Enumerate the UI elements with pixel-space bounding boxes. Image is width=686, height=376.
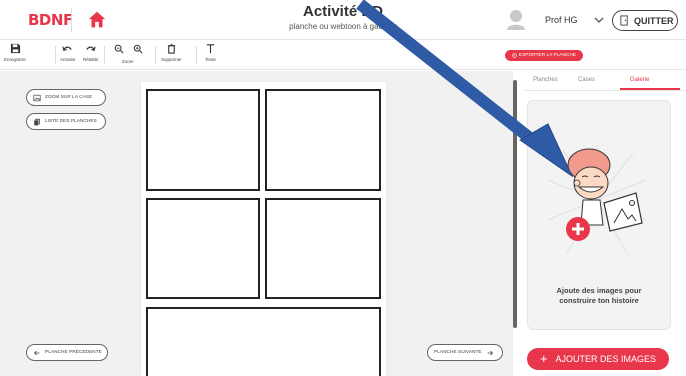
save-button[interactable]: Enregistrer (4, 43, 26, 62)
trash-icon (167, 43, 176, 54)
redo-label: Rétablir (83, 57, 99, 62)
comic-panel[interactable] (146, 198, 260, 299)
toolbar-divider (196, 46, 197, 64)
delete-button[interactable]: Supprimer (161, 43, 182, 62)
plus-icon: + (539, 351, 548, 366)
zoom-out-icon[interactable] (114, 44, 124, 54)
text-button[interactable]: Texte (205, 43, 216, 62)
toolbar-divider (104, 46, 105, 64)
tab-galerie[interactable]: Galerie (630, 77, 649, 83)
comic-panel[interactable] (265, 198, 381, 299)
image-icon (33, 94, 41, 101)
quit-button[interactable]: QUITTER (612, 10, 678, 31)
delete-label: Supprimer (161, 57, 182, 62)
next-planche-button[interactable]: PLANCHE SUIVANTE (427, 344, 503, 361)
previous-planche-button[interactable]: PLANCHE PRÉCÉDENTE (26, 344, 108, 361)
list-planches-label: LISTE DES PLANCHES (45, 119, 97, 124)
text-icon (206, 44, 215, 54)
comic-panel[interactable] (146, 89, 260, 191)
toolbar-divider (155, 46, 156, 64)
list-planches-button[interactable]: LISTE DES PLANCHES (26, 113, 106, 130)
export-planche-button[interactable]: EXPORTER LA PLANCHE (505, 50, 583, 61)
page-subtitle: planche ou webtoon à gaufrier (289, 22, 397, 31)
active-tab-indicator (620, 88, 680, 90)
undo-icon (62, 46, 72, 52)
next-planche-label: PLANCHE SUIVANTE (434, 350, 482, 355)
quit-label: QUITTER (634, 15, 674, 26)
user-name: Prof HG (545, 15, 578, 25)
zoom-label: Zoom (122, 59, 134, 64)
tab-planches[interactable]: Planches (533, 77, 558, 83)
character-illustration (548, 145, 646, 255)
gallery-hint: Ajoute des images pour construire ton hi… (527, 286, 671, 306)
gallery-hint-line-2: construire ton histoire (559, 296, 639, 305)
zoom-case-button[interactable]: ZOOM SUR LA CASE (26, 89, 106, 106)
pages-icon (33, 118, 40, 126)
comic-panel[interactable] (146, 307, 381, 376)
toolbar-divider (55, 46, 56, 64)
tab-cases[interactable]: Cases (578, 77, 595, 83)
export-icon (512, 53, 517, 58)
undo-button[interactable]: Annuler (60, 43, 76, 62)
text-label: Texte (205, 57, 216, 62)
save-icon (10, 43, 20, 54)
redo-icon (86, 46, 96, 52)
zoom-in-icon[interactable] (133, 44, 143, 54)
chevron-down-icon[interactable] (593, 14, 605, 26)
save-label: Enregistrer (4, 57, 27, 62)
comic-page[interactable] (141, 82, 386, 376)
undo-label: Annuler (60, 57, 76, 62)
add-images-label: AJOUTER DES IMAGES (555, 354, 657, 364)
previous-planche-label: PLANCHE PRÉCÉDENTE (45, 350, 102, 355)
gallery-hint-line-1: Ajoute des images pour (556, 286, 642, 295)
redo-button[interactable]: Rétablir (83, 43, 99, 62)
app-header: BDNF Activité BD planche ou webtoon à ga… (0, 0, 686, 40)
page-title: Activité BD (302, 3, 384, 20)
add-images-button[interactable]: + AJOUTER DES IMAGES (527, 348, 669, 370)
comic-panel[interactable] (265, 89, 381, 191)
vertical-scrollbar[interactable] (513, 80, 517, 328)
export-label: EXPORTER LA PLANCHE (518, 53, 577, 58)
exit-door-icon (620, 15, 628, 26)
zoom-case-label: ZOOM SUR LA CASE (45, 95, 93, 100)
arrow-right-icon (487, 350, 493, 355)
avatar[interactable] (505, 8, 527, 32)
tabs-divider (524, 90, 686, 91)
arrow-left-icon (34, 350, 40, 355)
toolbar: Enregistrer Annuler Rétablir Zoom Suppri… (0, 40, 686, 70)
